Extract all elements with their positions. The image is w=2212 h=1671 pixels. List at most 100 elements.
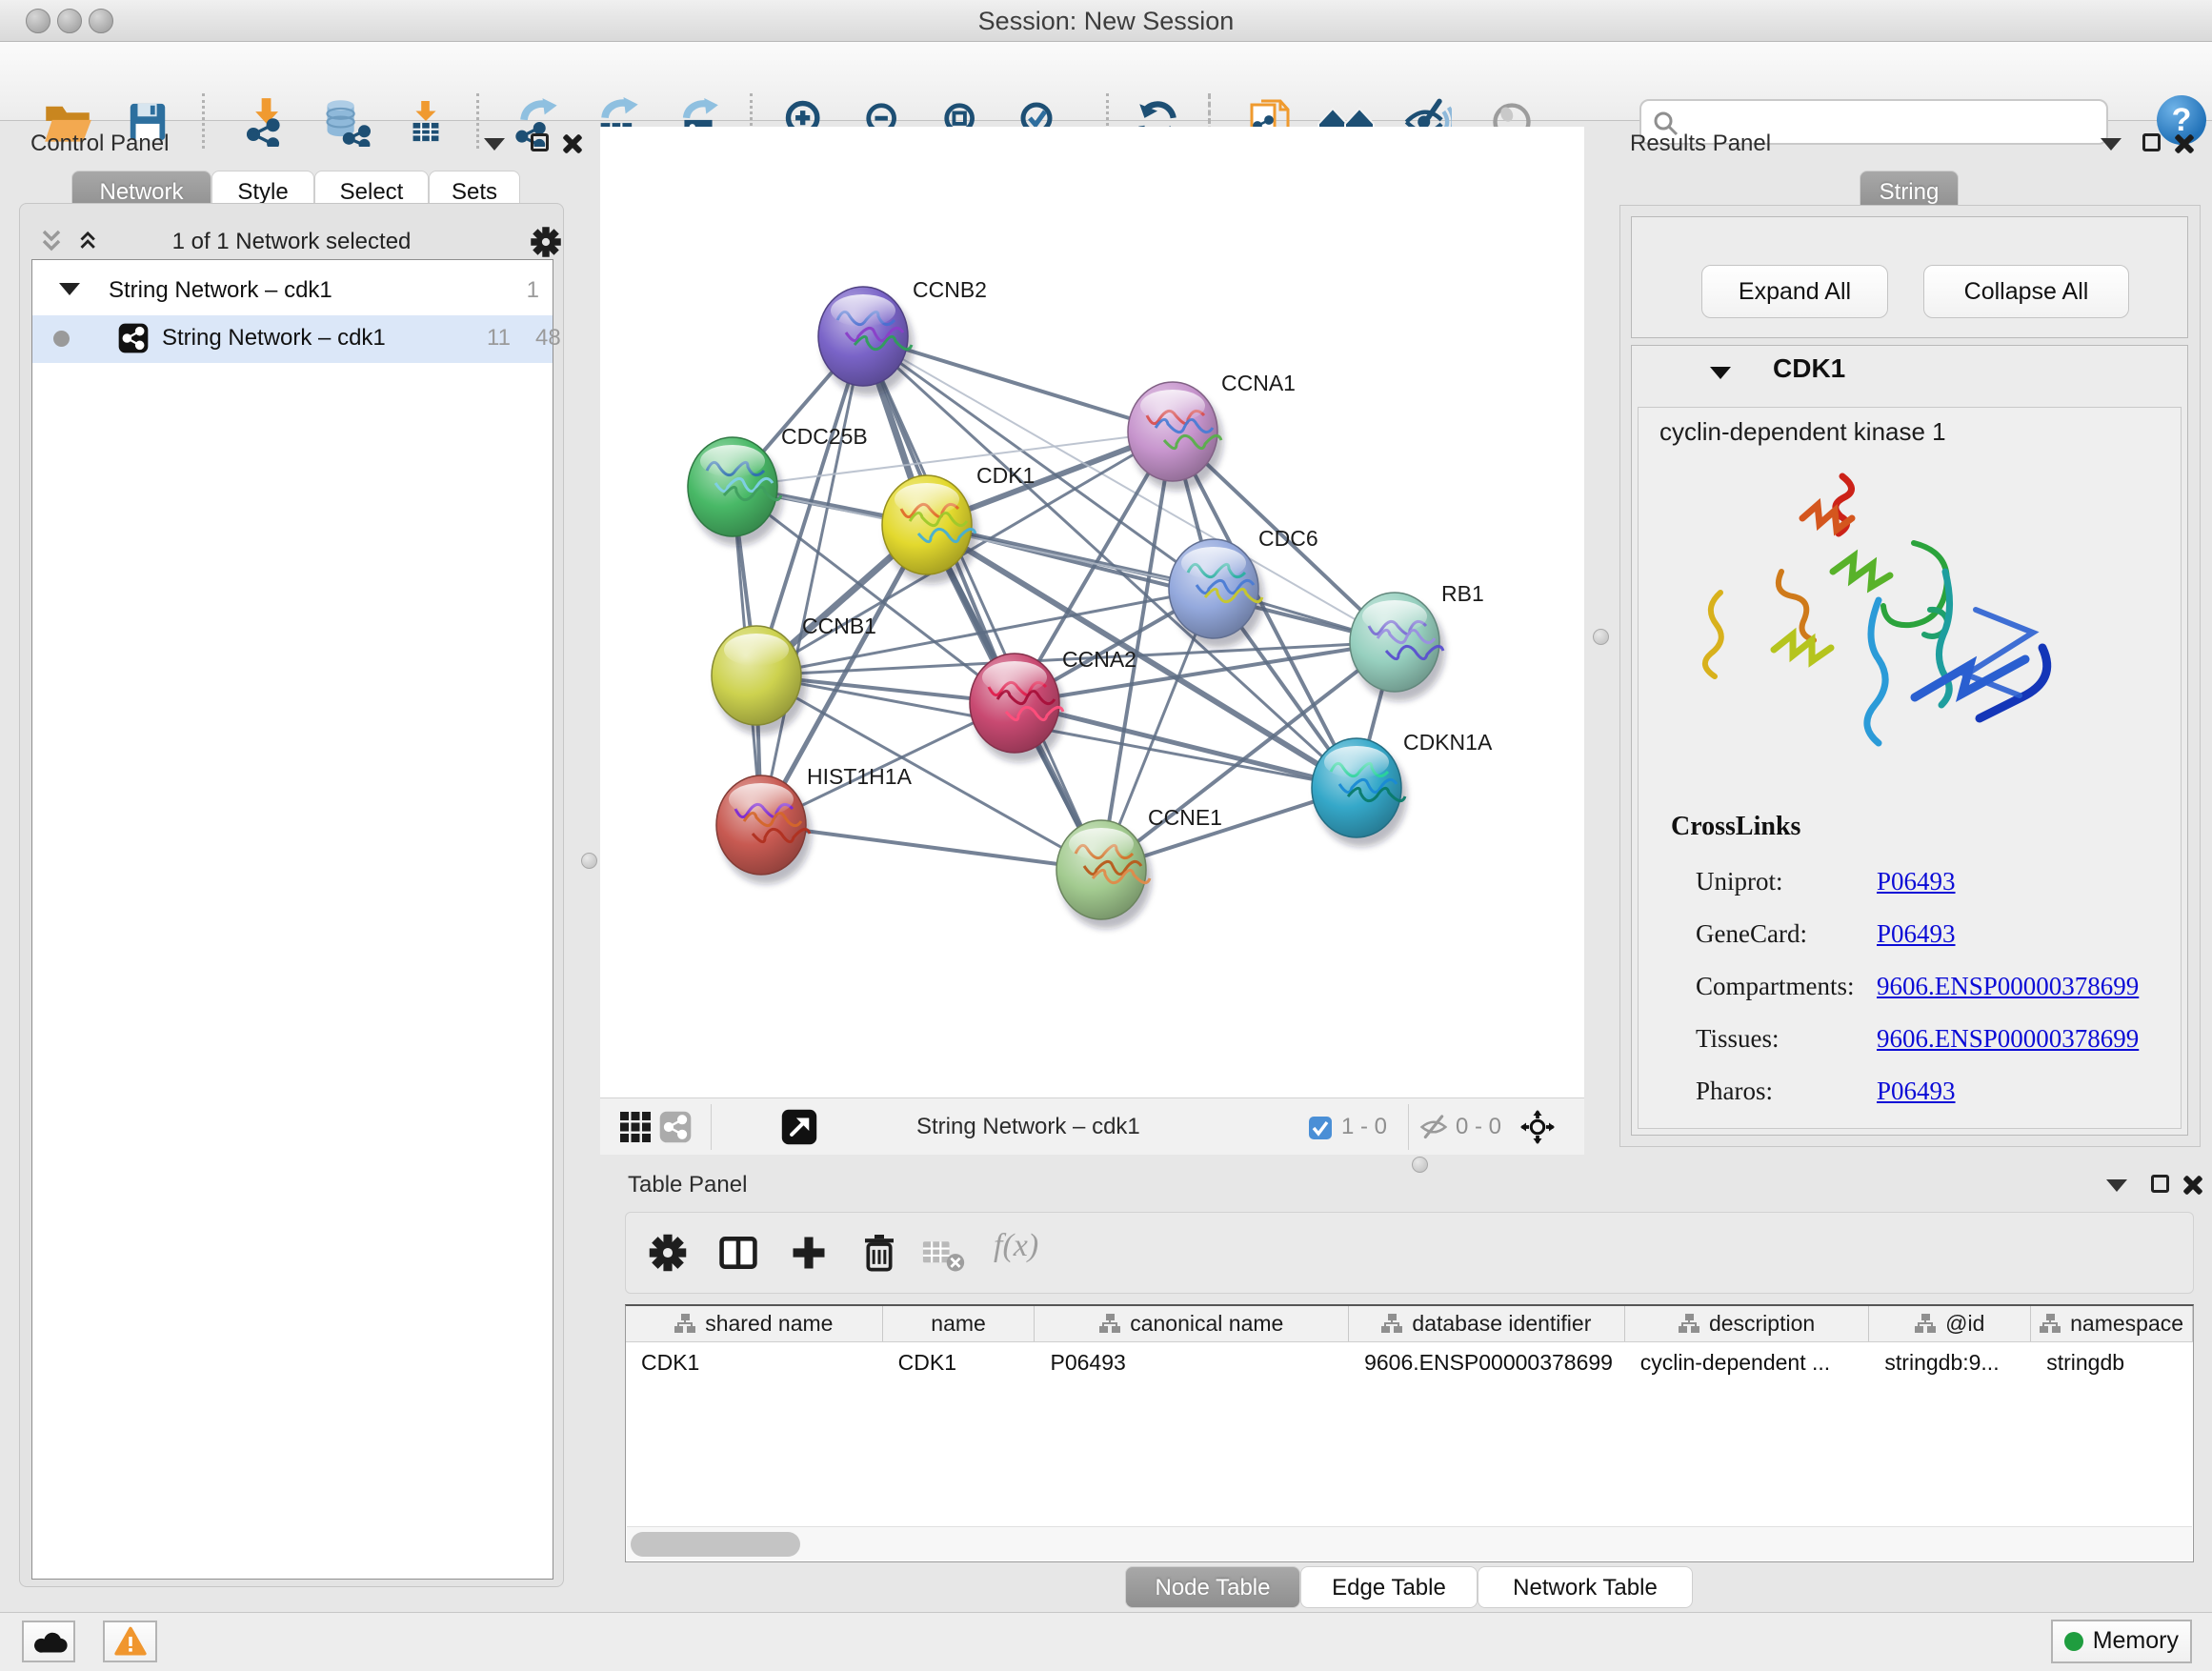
function-builder-button: f(x) — [994, 1228, 1038, 1264]
pan-crosshair-icon[interactable] — [1520, 1110, 1555, 1144]
memory-button[interactable]: Memory — [2051, 1620, 2192, 1663]
grid-view-icon[interactable] — [619, 1111, 652, 1143]
network-collection-row[interactable]: String Network – cdk1 1 — [32, 268, 553, 315]
cloud-button[interactable] — [22, 1621, 75, 1662]
close-panel-icon[interactable] — [2182, 1176, 2202, 1195]
close-panel-icon[interactable] — [2174, 134, 2193, 153]
string-network-icon — [118, 323, 149, 353]
tab-edge-table[interactable]: Edge Table — [1300, 1566, 1478, 1608]
column-header-database-identifier[interactable]: database identifier — [1349, 1306, 1625, 1341]
left-splitter-handle[interactable] — [581, 853, 597, 869]
column-header--id[interactable]: @id — [1869, 1306, 2031, 1341]
table-cell[interactable]: CDK1 — [626, 1342, 883, 1382]
table-toolbar: f(x) — [625, 1212, 2194, 1294]
column-header-namespace[interactable]: namespace — [2031, 1306, 2193, 1341]
status-bar: Memory — [0, 1612, 2212, 1671]
table-panel-title: Table Panel — [628, 1172, 747, 1198]
crosslink-value[interactable]: P06493 — [1877, 919, 1956, 949]
tree-icon — [1679, 1314, 1699, 1334]
node-gloss — [982, 661, 1047, 694]
node-label-CCNE1: CCNE1 — [1148, 805, 1222, 830]
cloud-icon — [33, 1628, 68, 1655]
table-cell[interactable]: stringdb — [2031, 1342, 2193, 1382]
warnings-button[interactable] — [103, 1621, 157, 1662]
horizontal-scrollbar[interactable] — [627, 1526, 2192, 1560]
horizontal-splitter-handle[interactable] — [1412, 1157, 1428, 1173]
network-edge-CCNB2-CCNE1[interactable] — [863, 336, 1101, 870]
close-panel-icon[interactable] — [562, 134, 581, 153]
column-header-canonical-name[interactable]: canonical name — [1035, 1306, 1349, 1341]
network-node-CDK1[interactable]: CDK1 — [882, 463, 1035, 574]
node-label-RB1: RB1 — [1441, 581, 1484, 606]
table-cell[interactable]: P06493 — [1035, 1342, 1349, 1382]
collapse-all-button[interactable]: Collapse All — [1923, 265, 2129, 318]
expand-all-button[interactable]: Expand All — [1701, 265, 1888, 318]
entry-description: cyclin-dependent kinase 1 — [1659, 417, 1946, 447]
node-gloss — [700, 445, 765, 477]
node-table[interactable]: shared namenamecanonical namedatabase id… — [625, 1304, 2194, 1562]
table-cell[interactable]: 9606.ENSP00000378699 — [1349, 1342, 1625, 1382]
column-header-name[interactable]: name — [883, 1306, 1036, 1341]
node-count: 11 — [487, 325, 511, 352]
crosslink-label: Pharos: — [1696, 1077, 1773, 1106]
gear-icon[interactable] — [529, 225, 563, 259]
network-canvas[interactable]: CCNB2CCNA1CDC25BCDK1CDC6RB1CCNB1CCNA2CDK… — [600, 127, 1584, 1097]
network-collection-name: String Network – cdk1 — [109, 277, 332, 304]
gear-icon[interactable] — [647, 1232, 689, 1274]
network-node-HIST1H1A[interactable]: HIST1H1A — [716, 764, 913, 875]
add-column-icon[interactable] — [788, 1232, 830, 1274]
network-node-CDC6[interactable]: CDC6 — [1169, 526, 1318, 638]
node-gloss — [724, 634, 789, 666]
float-panel-icon[interactable] — [2142, 133, 2161, 151]
crosslink-value[interactable]: P06493 — [1877, 1077, 1956, 1106]
float-panel-icon[interactable] — [531, 133, 549, 151]
collection-expander-icon[interactable] — [59, 283, 80, 295]
memory-label: Memory — [2093, 1627, 2179, 1654]
column-header-shared-name[interactable]: shared name — [626, 1306, 883, 1341]
selected-checkbox-icon[interactable] — [1309, 1117, 1332, 1139]
network-graph[interactable]: CCNB2CCNA1CDC25BCDK1CDC6RB1CCNB1CCNA2CDK… — [600, 127, 1584, 1097]
network-row-selected[interactable]: String Network – cdk1 11 48 — [32, 315, 553, 363]
entry-expander-icon[interactable] — [1710, 367, 1731, 379]
current-network-title: String Network – cdk1 — [916, 1098, 1140, 1156]
node-gloss — [1324, 746, 1389, 778]
crosslink-value[interactable]: 9606.ENSP00000378699 — [1877, 1024, 2139, 1054]
right-splitter-handle[interactable] — [1593, 629, 1609, 645]
node-label-CCNA2: CCNA2 — [1062, 647, 1136, 672]
float-panel-icon[interactable] — [2151, 1175, 2169, 1193]
table-row[interactable]: CDK1CDK1P064939606.ENSP00000378699cyclin… — [626, 1342, 2193, 1382]
scrollbar-thumb[interactable] — [631, 1532, 800, 1557]
delete-column-icon[interactable] — [860, 1234, 898, 1274]
panel-menu-icon[interactable] — [2106, 1179, 2127, 1192]
network-edge-CCNB2-HIST1H1A[interactable] — [761, 336, 863, 825]
collection-count: 1 — [527, 277, 539, 304]
node-label-CDC25B: CDC25B — [781, 424, 868, 449]
open-in-new-icon[interactable] — [781, 1109, 817, 1145]
crosslink-label: Tissues: — [1696, 1024, 1780, 1054]
column-header-description[interactable]: description — [1625, 1306, 1870, 1341]
network-status-dot — [53, 331, 70, 347]
results-panel: Results Panel String Expand All Collapse… — [1616, 127, 2204, 1149]
panel-menu-icon[interactable] — [2101, 138, 2122, 151]
table-cell[interactable]: cyclin-dependent ... — [1625, 1342, 1870, 1382]
show-columns-icon[interactable] — [717, 1232, 759, 1274]
node-gloss — [1362, 600, 1427, 633]
table-cell[interactable]: stringdb:9... — [1869, 1342, 2031, 1382]
network-view-icon[interactable] — [659, 1111, 692, 1143]
tab-network-table[interactable]: Network Table — [1478, 1566, 1693, 1608]
node-gloss — [895, 483, 959, 515]
network-node-RB1[interactable]: RB1 — [1350, 581, 1484, 692]
protein-structure-image — [1680, 459, 2081, 802]
crosslink-value[interactable]: P06493 — [1877, 867, 1956, 896]
panel-menu-icon[interactable] — [484, 138, 505, 151]
node-label-CDK1: CDK1 — [976, 463, 1035, 488]
table-tabs: Node TableEdge TableNetwork Table — [1125, 1566, 1693, 1608]
memory-status-dot — [2064, 1632, 2083, 1651]
node-label-CDKN1A: CDKN1A — [1403, 730, 1493, 755]
tab-node-table[interactable]: Node Table — [1125, 1566, 1300, 1608]
crosslink-value[interactable]: 9606.ENSP00000378699 — [1877, 972, 2139, 1001]
crosslinks-title: CrossLinks — [1671, 812, 1800, 842]
network-edge-HIST1H1A-CCNE1[interactable] — [761, 825, 1101, 870]
table-cell[interactable]: CDK1 — [883, 1342, 1036, 1382]
control-panel: Control Panel NetworkStyleSelectSets 1 o… — [11, 127, 572, 1595]
